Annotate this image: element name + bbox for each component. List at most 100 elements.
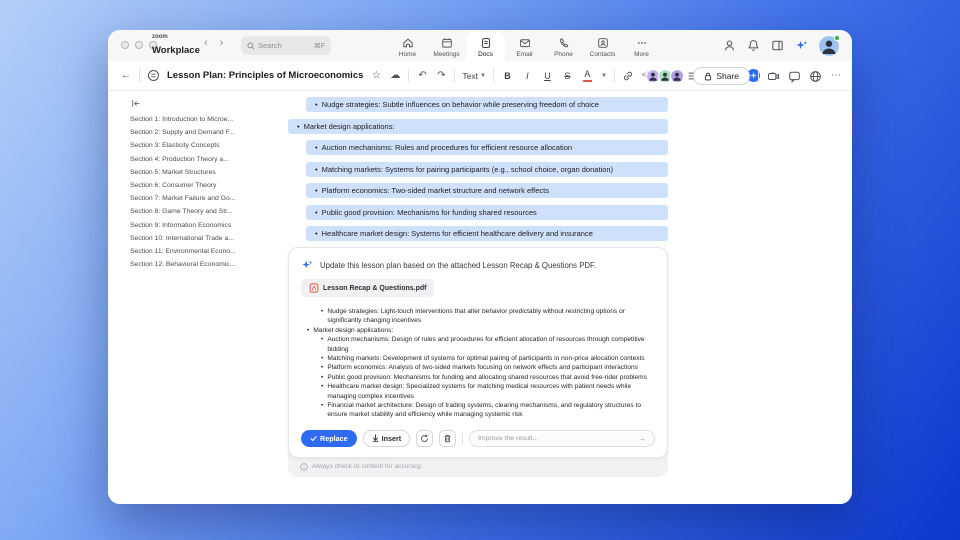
phone-icon xyxy=(559,38,568,48)
docs-home-icon[interactable] xyxy=(147,69,160,82)
redo-button[interactable]: ↷ xyxy=(435,70,447,81)
tab-contacts[interactable]: Contacts xyxy=(583,30,622,61)
trash-icon xyxy=(444,434,451,443)
sidebar-item-section-7[interactable]: Section 7: Market Failure and Go... xyxy=(130,195,286,208)
doc-line[interactable]: • Platform economics: Two-sided market st… xyxy=(306,183,668,198)
doc-line[interactable]: • Healthcare market design: Systems for e… xyxy=(306,226,668,241)
back-button[interactable]: ← xyxy=(120,70,132,81)
sidebar-item-section-8[interactable]: Section 8: Game Theory and Str... xyxy=(130,208,286,221)
sidebar-item-section-6[interactable]: Section 6: Consumer Theory xyxy=(130,182,286,195)
link-icon[interactable] xyxy=(622,70,634,82)
mail-icon xyxy=(519,39,530,48)
sidebar-item-section-1[interactable]: Section 1: Introduction to Microe... xyxy=(130,116,286,129)
improve-input-wrap: → xyxy=(469,429,655,447)
tab-more[interactable]: More xyxy=(622,30,661,61)
calendar-icon xyxy=(441,38,452,48)
tab-email[interactable]: Email xyxy=(505,30,544,61)
tab-meetings[interactable]: Meetings xyxy=(427,30,466,61)
sidebar-item-section-9[interactable]: Section 9: Information Economics xyxy=(130,222,286,235)
camera-icon[interactable] xyxy=(767,70,780,83)
tab-phone[interactable]: Phone xyxy=(544,30,583,61)
status-dot xyxy=(834,34,840,41)
ai-result-text: • Nudge strategies: Light-touch intervent… xyxy=(301,307,655,420)
lock-icon xyxy=(705,72,712,80)
side-panel-icon[interactable] xyxy=(771,39,784,52)
contacts-icon xyxy=(597,38,608,48)
more-dots-icon xyxy=(637,42,646,44)
ai-disclaimer: Always check AI content for accuracy. xyxy=(288,458,668,477)
global-search-input[interactable]: Search ⌘F xyxy=(241,36,331,55)
ai-result-card: Update this lesson plan based on the att… xyxy=(288,247,668,458)
ai-sparkle-icon xyxy=(302,260,313,269)
ai-bullet: • Public good provision: Mechanisms for f… xyxy=(321,373,647,381)
nav-back-icon[interactable]: ‹ xyxy=(204,37,208,49)
sidebar-item-section-2[interactable]: Section 2: Supply and Demand F... xyxy=(130,129,286,142)
app-tabs: Home Meetings Docs Email Phone Contacts xyxy=(388,30,661,61)
collaborator-avatars xyxy=(646,68,686,84)
home-icon xyxy=(402,38,413,48)
minimize-window-button[interactable] xyxy=(135,41,143,49)
user-avatar[interactable] xyxy=(819,34,840,56)
document-body: • Nudge strategies: Subtle influences on … xyxy=(288,97,668,248)
ai-companion-panel: Update this lesson plan based on the att… xyxy=(288,247,668,477)
docs-icon xyxy=(481,38,490,48)
sidebar-item-section-3[interactable]: Section 3: Elasticity Concepts xyxy=(130,142,286,155)
regenerate-button[interactable] xyxy=(416,429,434,447)
send-arrow-icon[interactable]: → xyxy=(638,434,646,443)
bell-icon[interactable] xyxy=(747,39,760,52)
more-options-button[interactable]: ⋯ xyxy=(830,71,842,81)
sidebar-item-section-4[interactable]: Section 4: Production Theory a... xyxy=(130,156,286,169)
logo-workplace-text: Workplace xyxy=(152,45,200,56)
share-button[interactable]: Share xyxy=(693,67,750,85)
comment-icon[interactable] xyxy=(788,70,801,83)
attachment-chip[interactable]: Lesson Recap & Questions.pdf xyxy=(301,279,435,297)
chevron-down-icon[interactable]: ▼ xyxy=(601,73,607,79)
profile-icon[interactable] xyxy=(723,39,736,52)
sidebar-item-section-12[interactable]: Section 12: Behavioral Economic... xyxy=(130,261,286,274)
sidebar-collapse-button[interactable] xyxy=(131,99,286,108)
ai-sparkle-icon[interactable] xyxy=(795,39,808,52)
bold-button[interactable]: B xyxy=(501,71,514,81)
sidebar-item-section-5[interactable]: Section 5: Market Structures xyxy=(130,169,286,182)
page-title: Lesson Plan: Principles of Microeconomic… xyxy=(167,70,364,81)
doc-line[interactable]: • Matching markets: Systems for pairing p… xyxy=(306,161,668,177)
ai-bullet: • Platform economics: Analysis of two-sid… xyxy=(321,364,638,372)
cloud-icon: ☁ xyxy=(390,69,401,81)
replace-button[interactable]: Replace xyxy=(301,429,357,447)
italic-button[interactable]: I xyxy=(521,71,534,81)
doc-line[interactable]: • Nudge strategies: Subtle influences on … xyxy=(306,97,668,112)
zoom-workplace-window: zoom Workplace ‹ › Search ⌘F Home Meetin… xyxy=(108,30,852,504)
chevron-down-icon: ▼ xyxy=(479,72,486,79)
search-shortcut: ⌘F xyxy=(313,42,325,50)
close-window-button[interactable] xyxy=(121,41,129,49)
ai-bullet: • Market design applications: xyxy=(307,326,394,334)
strikethrough-button[interactable]: S xyxy=(561,71,574,81)
improve-input[interactable] xyxy=(478,434,634,442)
desktop: { "colors": { "accent": "#2e6bf0", "high… xyxy=(0,0,960,540)
undo-button[interactable]: ↶ xyxy=(416,70,428,81)
globe-icon[interactable] xyxy=(809,70,822,83)
tab-home[interactable]: Home xyxy=(388,30,427,61)
avatar[interactable] xyxy=(670,68,686,84)
refresh-icon xyxy=(421,434,429,442)
nav-forward-icon[interactable]: › xyxy=(220,37,224,49)
doc-line[interactable]: • Public good provision: Mechanisms for f… xyxy=(306,204,668,220)
delete-button[interactable] xyxy=(439,429,457,447)
insert-button[interactable]: Insert xyxy=(362,429,411,447)
sidebar-item-section-10[interactable]: Section 10: International Trade a... xyxy=(130,235,286,248)
doc-line[interactable]: • Auction mechanisms: Rules and procedure… xyxy=(306,140,668,155)
text-color-button[interactable]: A xyxy=(581,69,594,82)
outline-sidebar: Section 1: Introduction to Microe... Sec… xyxy=(130,99,286,274)
search-icon xyxy=(247,41,255,50)
ai-bullet: • Auction mechanisms: Design of rules and… xyxy=(321,336,645,353)
tab-docs[interactable]: Docs xyxy=(466,32,505,61)
sidebar-item-section-11[interactable]: Section 11: Environmental Econo... xyxy=(130,248,286,261)
doc-line[interactable]: • Market design applications: xyxy=(288,118,668,134)
star-icon[interactable]: ☆ xyxy=(370,70,382,81)
underline-button[interactable]: U xyxy=(541,71,554,81)
text-style-dropdown[interactable]: Text ▼ xyxy=(462,71,486,81)
titlebar: zoom Workplace ‹ › Search ⌘F Home Meetin… xyxy=(108,30,852,61)
doc-toolbar: ← Lesson Plan: Principles of Microeconom… xyxy=(108,61,852,91)
workplace-logo: zoom Workplace xyxy=(152,34,200,57)
arrow-down-icon xyxy=(372,434,378,443)
